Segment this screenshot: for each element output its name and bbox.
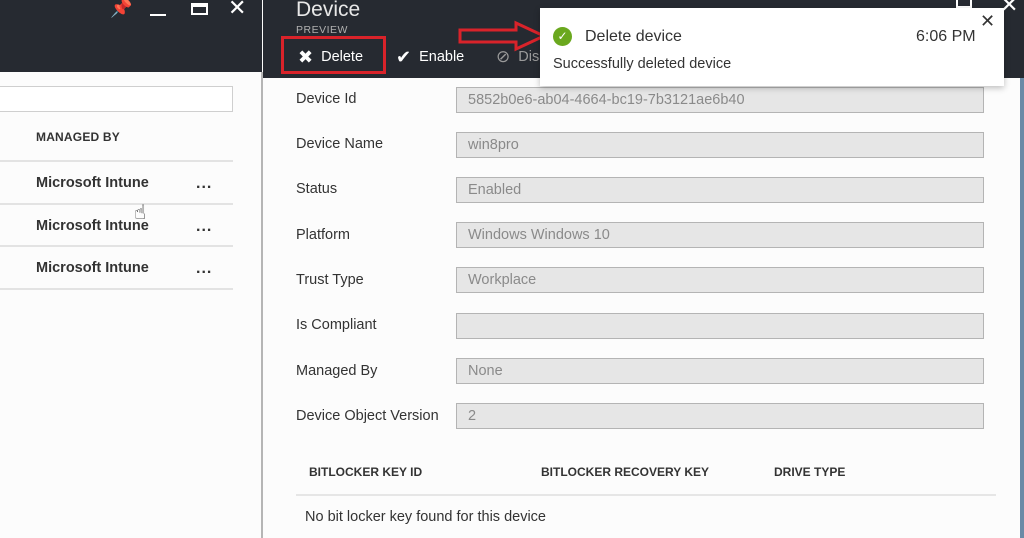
more-options-icon[interactable]: ...	[196, 247, 212, 291]
status-label: Status	[296, 181, 338, 197]
managed-by-value: Microsoft Intune	[36, 175, 149, 191]
red-arrow-annotation	[458, 20, 548, 52]
checkmark-icon: ✔	[396, 46, 412, 67]
table-divider	[296, 494, 996, 496]
device-id-label: Device Id	[296, 91, 357, 107]
maximize-icon[interactable]	[956, 0, 972, 8]
list-item[interactable]: Microsoft Intune ...	[0, 247, 233, 289]
device-name-label: Device Name	[296, 136, 384, 152]
platform-label: Platform	[296, 227, 350, 243]
list-divider	[0, 288, 233, 290]
platform-field[interactable]: Windows Windows 10	[456, 222, 984, 248]
bitlocker-recovery-key-header[interactable]: BITLOCKER RECOVERY KEY	[541, 465, 709, 479]
drive-type-header[interactable]: DRIVE TYPE	[774, 465, 845, 479]
managed-by-value: Microsoft Intune	[36, 218, 149, 234]
close-icon[interactable]: ✕	[228, 0, 246, 19]
device-object-version-field[interactable]: 2	[456, 403, 984, 429]
notification-title: Delete device	[585, 28, 682, 45]
maximize-icon[interactable]	[191, 3, 208, 15]
more-options-icon[interactable]: ...	[196, 162, 212, 206]
more-options-icon[interactable]: ...	[196, 205, 212, 249]
hand-cursor-icon: ☝	[134, 202, 147, 224]
device-name-field[interactable]: win8pro	[456, 132, 984, 158]
is-compliant-label: Is Compliant	[296, 317, 377, 333]
notification-message: Successfully deleted device	[553, 56, 732, 72]
blade-edge	[1020, 78, 1024, 538]
enable-button[interactable]: ✔ Enable	[396, 44, 464, 70]
left-blade-header: 📌 ✕	[0, 0, 262, 72]
trust-type-field[interactable]: Workplace	[456, 267, 984, 293]
blade-subtitle: PREVIEW	[296, 24, 348, 36]
highlight-box	[281, 36, 386, 74]
notification-toast[interactable]: ✓ Delete device 6:06 PM Successfully del…	[540, 8, 1004, 86]
notification-time: 6:06 PM	[916, 28, 976, 45]
list-item[interactable]: Microsoft Intune ...	[0, 162, 233, 204]
managed-by-field[interactable]: None	[456, 358, 984, 384]
azure-portal: 📌 ✕ MANAGED BY Microsoft Intune ... Micr…	[0, 0, 1024, 538]
column-header-managed-by[interactable]: MANAGED BY	[36, 130, 120, 144]
status-field[interactable]: Enabled	[456, 177, 984, 203]
devices-list-blade: 📌 ✕ MANAGED BY Microsoft Intune ... Micr…	[0, 0, 262, 538]
bitlocker-empty-message: No bit locker key found for this device	[305, 509, 546, 525]
is-compliant-field[interactable]	[456, 313, 984, 339]
device-id-field[interactable]: 5852b0e6-ab04-4664-bc19-7b3121ae6b40	[456, 87, 984, 113]
list-item[interactable]: Microsoft Intune ...	[0, 205, 233, 247]
filter-input[interactable]	[0, 86, 233, 112]
success-check-icon: ✓	[553, 27, 572, 46]
managed-by-value: Microsoft Intune	[36, 260, 149, 276]
managed-by-label: Managed By	[296, 363, 378, 379]
blade-title: Device	[296, 0, 361, 21]
close-notification-icon[interactable]: ✕	[980, 11, 995, 32]
device-object-version-label: Device Object Version	[296, 408, 439, 424]
pin-icon[interactable]: 📌	[110, 0, 132, 19]
minimize-icon[interactable]	[150, 2, 166, 22]
bitlocker-key-id-header[interactable]: BITLOCKER KEY ID	[309, 465, 422, 479]
trust-type-label: Trust Type	[296, 272, 364, 288]
